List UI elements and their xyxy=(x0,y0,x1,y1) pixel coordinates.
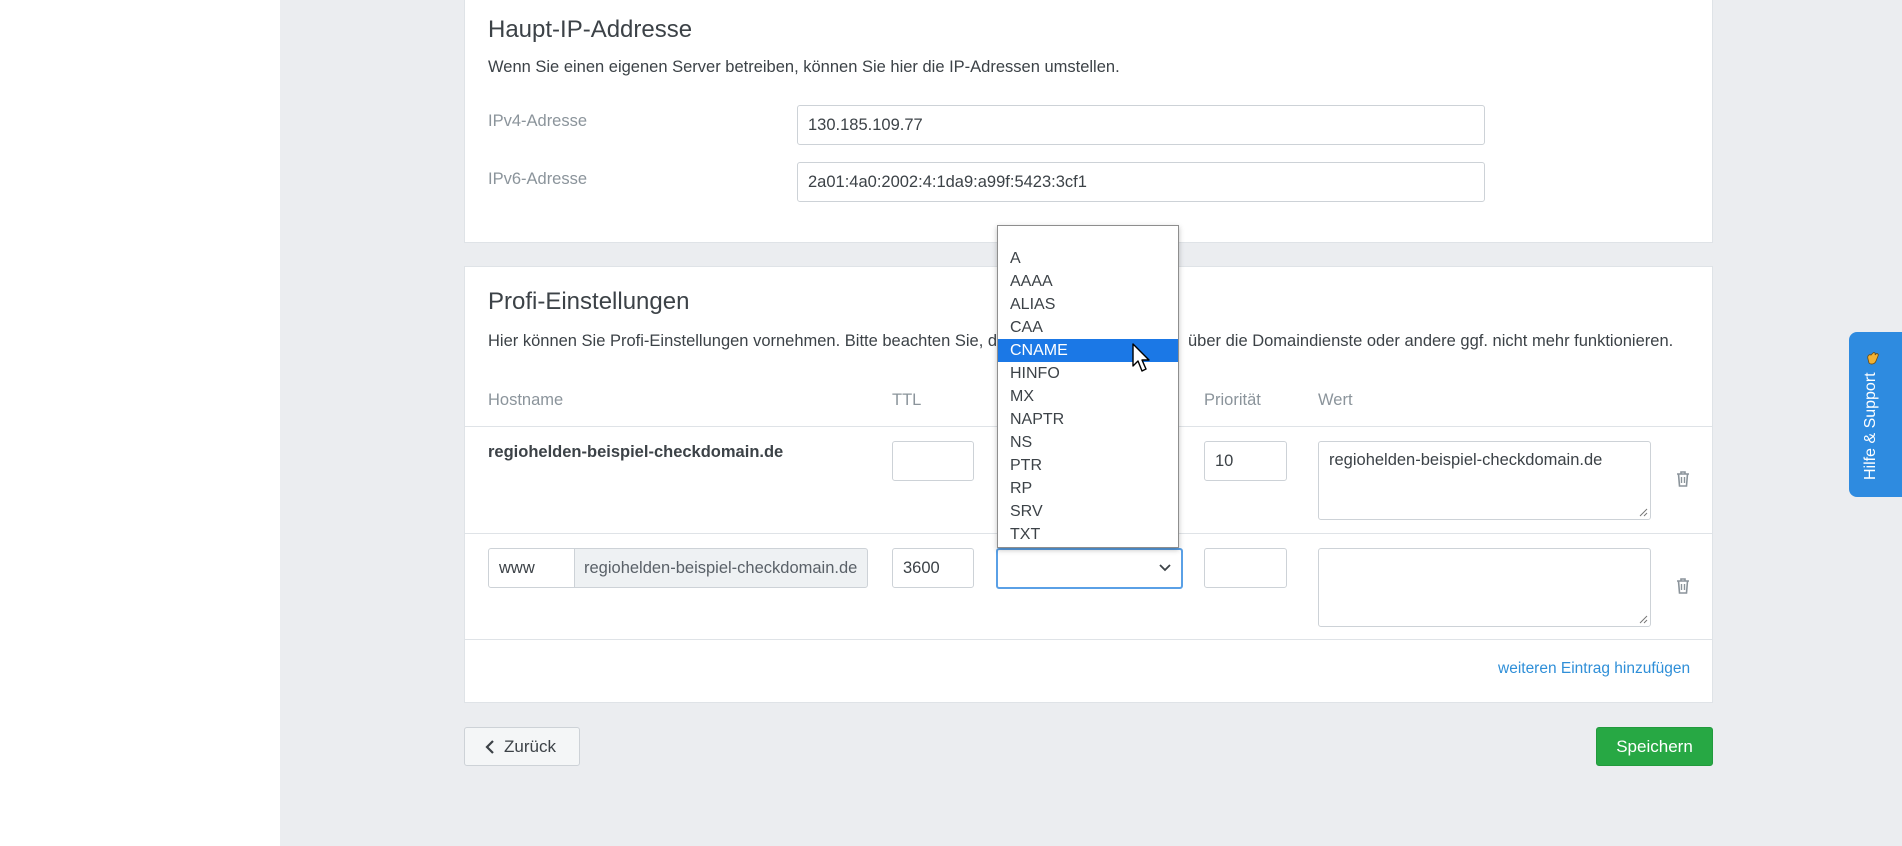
save-button-label: Speichern xyxy=(1616,736,1693,756)
column-header-hostname: Hostname xyxy=(488,391,564,409)
profi-description-start: Hier können Sie Profi-Einstellungen vorn… xyxy=(488,332,1007,350)
row2-domain-suffix-text: regiohelden-beispiel-checkdomain.de xyxy=(584,558,858,577)
row2-type-select[interactable] xyxy=(996,548,1183,589)
profi-section-title: Profi-Einstellungen xyxy=(488,288,690,315)
row2-subdomain-input[interactable]: www xyxy=(488,548,575,588)
row2-priority-input[interactable] xyxy=(1204,548,1287,588)
row1-wert-textarea[interactable]: regiohelden-beispiel-checkdomain.de xyxy=(1318,441,1651,520)
ipv4-label: IPv4-Adresse xyxy=(488,112,588,130)
dropdown-option-srv[interactable]: SRV xyxy=(998,500,1178,523)
row1-delete-trash-icon[interactable] xyxy=(1675,470,1691,488)
dropdown-option-naptr[interactable]: NAPTR xyxy=(998,408,1178,431)
dropdown-option-caa[interactable]: CAA xyxy=(998,316,1178,339)
dropdown-option-ptr[interactable]: PTR xyxy=(998,454,1178,477)
row1-priority-value: 10 xyxy=(1215,451,1234,470)
ipv6-input[interactable]: 2a01:4a0:2002:4:1da9:a99f:5423:3cf1 xyxy=(797,162,1485,202)
row2-subdomain-value: www xyxy=(499,558,535,577)
row1-hostname: regiohelden-beispiel-checkdomain.de xyxy=(488,443,784,461)
row2-domain-suffix: regiohelden-beispiel-checkdomain.de xyxy=(574,548,868,588)
back-button-label: Zurück xyxy=(504,736,556,756)
row2-ttl-input[interactable]: 3600 xyxy=(892,548,974,588)
left-blank-pane xyxy=(0,0,280,846)
chevron-left-icon xyxy=(485,739,494,754)
ipv4-input[interactable]: 130.185.109.77 xyxy=(797,105,1485,145)
ip-section-title: Haupt-IP-Addresse xyxy=(488,16,693,43)
ipv6-value: 2a01:4a0:2002:4:1da9:a99f:5423:3cf1 xyxy=(808,172,1087,191)
dropdown-option-alias[interactable]: ALIAS xyxy=(998,293,1178,316)
column-header-ttl: TTL xyxy=(892,391,922,409)
column-header-prioritaet: Priorität xyxy=(1204,391,1261,409)
mouse-cursor-icon xyxy=(1132,343,1150,372)
row2-wert-textarea[interactable] xyxy=(1318,548,1651,627)
record-type-dropdown[interactable]: A AAAA ALIAS CAA CNAME HINFO MX NAPTR NS… xyxy=(997,225,1179,548)
ipv4-value: 130.185.109.77 xyxy=(808,115,923,134)
dropdown-option-rp[interactable]: RP xyxy=(998,477,1178,500)
row1-priority-input[interactable]: 10 xyxy=(1204,441,1287,481)
resize-handle-icon[interactable] xyxy=(1638,507,1648,517)
add-entry-link[interactable]: weiteren Eintrag hinzufügen xyxy=(1498,660,1690,678)
row1-ttl-input[interactable] xyxy=(892,441,974,481)
dropdown-option-empty[interactable] xyxy=(998,226,1178,249)
row-divider xyxy=(465,639,1712,640)
ip-address-card: Haupt-IP-Addresse Wenn Sie einen eigenen… xyxy=(464,0,1713,243)
column-header-wert: Wert xyxy=(1318,391,1353,409)
row2-delete-trash-icon[interactable] xyxy=(1675,577,1691,595)
waving-hand-icon xyxy=(1867,352,1879,365)
row2-ttl-value: 3600 xyxy=(903,558,940,577)
dropdown-option-a[interactable]: A xyxy=(998,247,1178,270)
back-button[interactable]: Zurück xyxy=(464,727,580,766)
dropdown-option-aaaa[interactable]: AAAA xyxy=(998,270,1178,293)
profi-description-end: über die Domaindienste oder andere ggf. … xyxy=(1188,332,1674,350)
save-button[interactable]: Speichern xyxy=(1596,727,1713,766)
dropdown-option-mx[interactable]: MX xyxy=(998,385,1178,408)
row1-wert-value: regiohelden-beispiel-checkdomain.de xyxy=(1329,451,1603,469)
ipv6-label: IPv6-Adresse xyxy=(488,170,588,188)
dropdown-option-txt[interactable]: TXT xyxy=(998,523,1178,546)
dropdown-option-ns[interactable]: NS xyxy=(998,431,1178,454)
ip-section-description: Wenn Sie einen eigenen Server betreiben,… xyxy=(488,58,1120,76)
help-support-label: Hilfe & Support xyxy=(1862,372,1879,480)
chevron-down-icon xyxy=(1159,564,1171,572)
resize-handle-icon[interactable] xyxy=(1638,614,1648,624)
